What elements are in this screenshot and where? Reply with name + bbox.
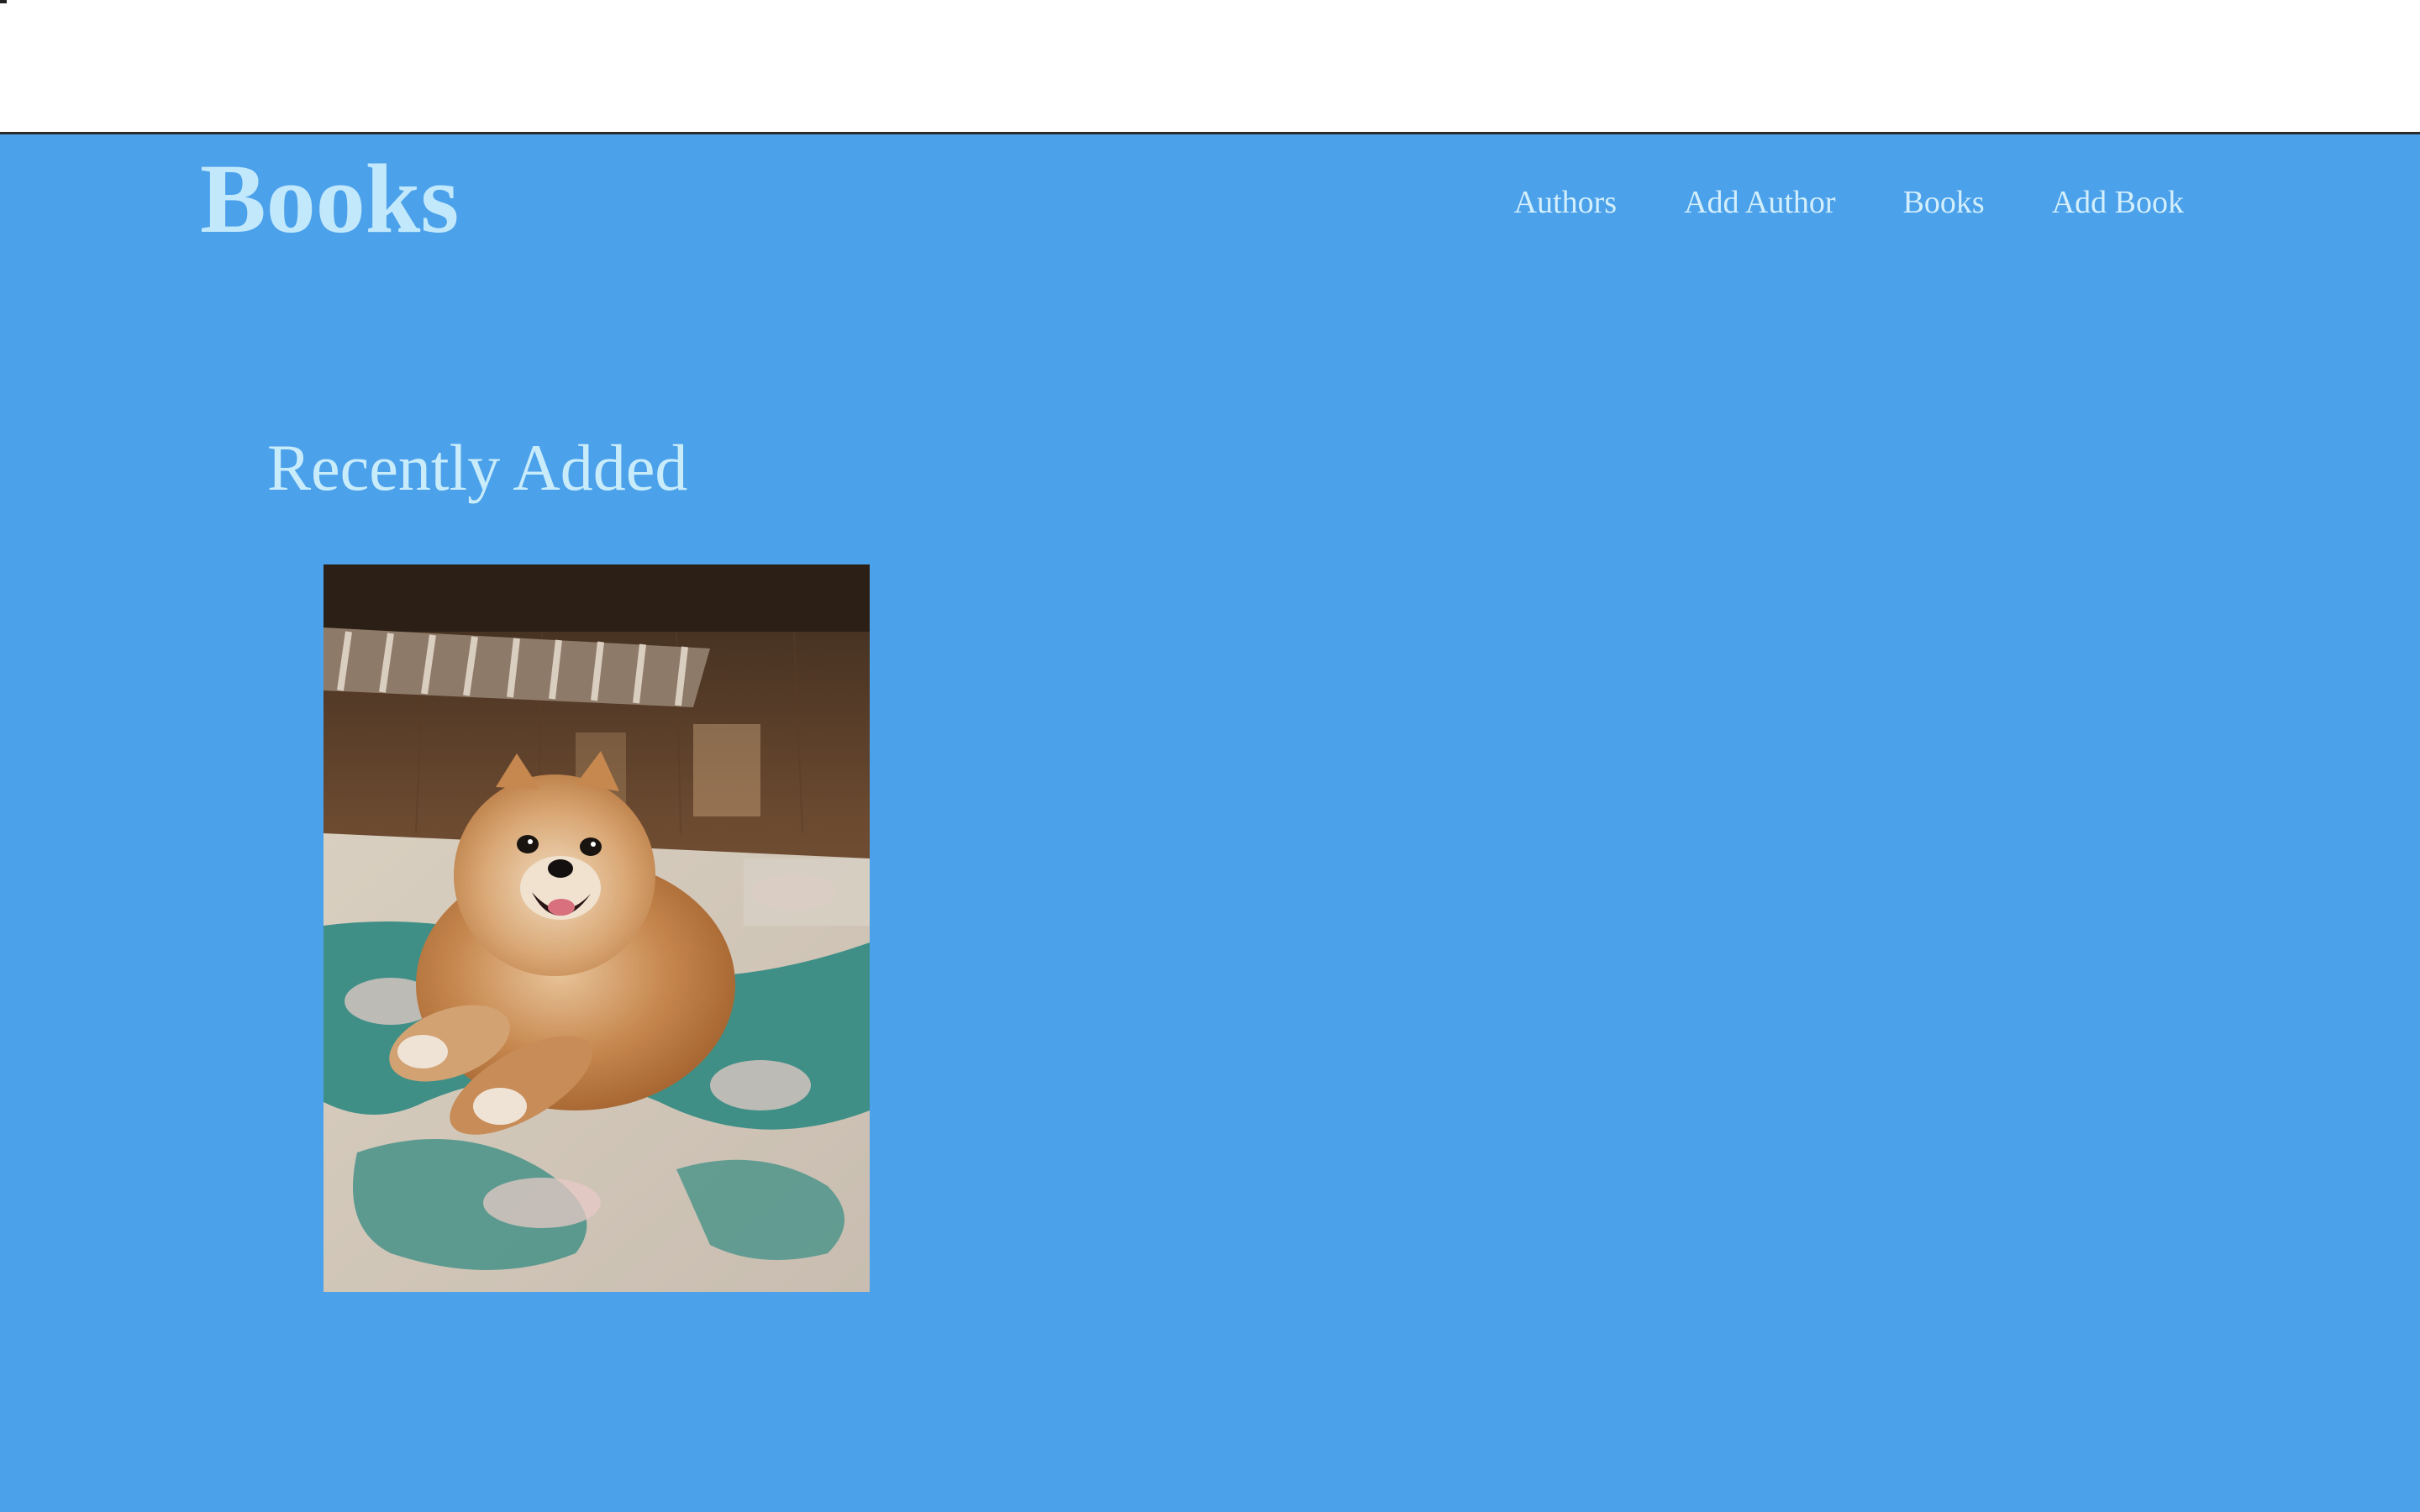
book-cover-image: [324, 564, 870, 1292]
nav-add-author-link[interactable]: Add Author: [1684, 186, 1836, 218]
recently-added-heading: Recently Added: [267, 431, 688, 504]
nav-books-link[interactable]: Books: [1903, 186, 1985, 218]
main-nav: Authors Add Author Books Add Book: [1447, 186, 2184, 218]
brand-home-link[interactable]: Books: [200, 150, 459, 249]
browser-blank-area: [0, 0, 2420, 132]
app-page: Books Authors Add Author Books Add Book …: [0, 134, 2420, 1512]
nav-authors-link[interactable]: Authors: [1514, 186, 1617, 218]
book-cover-link[interactable]: [324, 564, 870, 1292]
corner-mark: [0, 0, 7, 3]
nav-add-book-link[interactable]: Add Book: [2052, 186, 2184, 218]
